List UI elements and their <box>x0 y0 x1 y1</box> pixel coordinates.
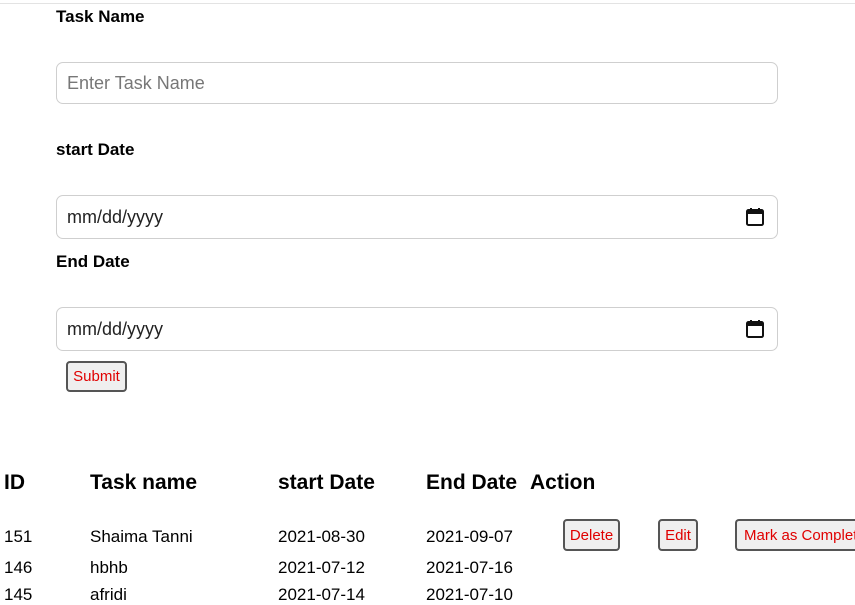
top-divider <box>0 3 855 4</box>
end-date-input[interactable]: mm/dd/yyyy <box>56 307 778 351</box>
start-date-label: start Date <box>56 140 135 159</box>
calendar-icon[interactable] <box>745 319 765 339</box>
delete-button[interactable]: Delete <box>563 519 620 551</box>
cell-task-name: afridi <box>90 585 127 604</box>
cell-id: 145 <box>4 585 33 604</box>
header-task-name: Task name <box>90 471 197 494</box>
submit-button[interactable]: Submit <box>66 361 127 392</box>
header-start-date: start Date <box>278 471 375 494</box>
calendar-icon[interactable] <box>745 207 765 227</box>
header-id: ID <box>4 471 25 494</box>
cell-id: 151 <box>4 527 33 546</box>
task-name-input[interactable]: Enter Task Name <box>56 62 778 104</box>
end-date-value: mm/dd/yyyy <box>67 318 164 339</box>
task-name-placeholder: Enter Task Name <box>67 72 205 93</box>
end-date-label: End Date <box>56 252 130 271</box>
cell-task-name: hbhb <box>90 558 128 577</box>
cell-task-name: Shaima Tanni <box>90 527 193 546</box>
cell-end-date: 2021-09-07 <box>426 527 513 546</box>
cell-end-date: 2021-07-10 <box>426 585 513 604</box>
cell-start-date: 2021-08-30 <box>278 527 365 546</box>
start-date-value: mm/dd/yyyy <box>67 206 164 227</box>
cell-start-date: 2021-07-14 <box>278 585 365 604</box>
cell-start-date: 2021-07-12 <box>278 558 365 577</box>
header-action: Action <box>530 471 596 494</box>
cell-id: 146 <box>4 558 33 577</box>
start-date-input[interactable]: mm/dd/yyyy <box>56 195 778 239</box>
cell-end-date: 2021-07-16 <box>426 558 513 577</box>
edit-button[interactable]: Edit <box>658 519 698 551</box>
task-name-label: Task Name <box>56 7 145 26</box>
header-end-date: End Date <box>426 471 518 494</box>
mark-complete-button[interactable]: Mark as Complete <box>735 519 855 551</box>
